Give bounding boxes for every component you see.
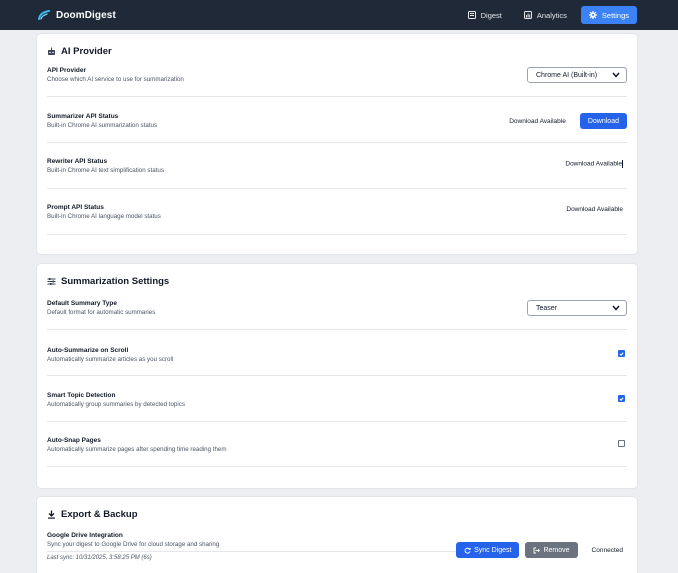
download-button[interactable]: Download	[579, 113, 627, 129]
sync-digest-label: Sync Digest	[474, 546, 512, 554]
brand-name: DoomDigest	[56, 9, 116, 21]
api-provider-value: Chrome AI (Built-in)	[536, 71, 598, 79]
row-desc: Automatically summarize articles as you …	[47, 356, 174, 363]
prompt-status: Download Available	[566, 206, 623, 213]
divider	[47, 551, 467, 552]
rewriter-status-row: Rewriter API Status Built-in Chrome AI t…	[47, 158, 627, 189]
logo-icon	[38, 10, 50, 20]
text-cursor	[622, 160, 623, 168]
row-desc: Automatically group summaries by detecte…	[47, 401, 185, 408]
row-desc: Choose which AI service to use for summa…	[47, 76, 184, 83]
row-label: Google Drive Integration	[47, 532, 123, 539]
row-desc: Built-in Chrome AI text simplification s…	[47, 167, 164, 174]
auto-summarize-checkbox[interactable]	[618, 350, 625, 357]
topic-detection-checkbox[interactable]	[618, 395, 625, 402]
nav-settings[interactable]: Settings	[580, 6, 637, 24]
nav-analytics-label: Analytics	[536, 10, 567, 20]
row-desc: Built-in Chrome AI summarization status	[47, 122, 158, 129]
drive-status: Connected	[591, 546, 623, 554]
download-icon	[48, 510, 55, 519]
summarization-title: Summarization Settings	[47, 276, 169, 287]
row-desc: Automatically summarize pages after spen…	[47, 446, 227, 453]
row-label: Auto-Summarize on Scroll	[47, 347, 129, 354]
sliders-icon	[47, 278, 56, 285]
nav-settings-label: Settings	[601, 10, 629, 20]
row-label: Summarizer API Status	[47, 113, 119, 120]
prompt-status-row: Prompt API Status Built-in Chrome AI lan…	[47, 204, 627, 235]
export-title-text: Export & Backup	[61, 509, 138, 520]
remove-button[interactable]: Remove	[525, 542, 578, 558]
check-icon	[619, 351, 624, 356]
chevron-down-icon	[612, 72, 620, 78]
ai-provider-title-text: AI Provider	[61, 46, 112, 57]
auto-summarize-row: Auto-Summarize on Scroll Automatically s…	[47, 347, 627, 376]
api-provider-row: API Provider Choose which AI service to …	[47, 67, 627, 97]
logout-icon	[534, 547, 541, 553]
summarizer-status: Download Available	[509, 117, 566, 125]
export-card: Export & Backup Google Drive Integration…	[37, 497, 637, 573]
row-label: Rewriter API Status	[47, 158, 108, 165]
last-sync-text: Last sync: 10/31/2025, 3:58:25 PM (6s)	[47, 555, 152, 561]
app-header: DoomDigest Digest Analytics Settings	[0, 0, 678, 30]
rewriter-status: Download Available	[565, 160, 623, 168]
auto-snap-checkbox[interactable]	[618, 440, 625, 447]
remove-label: Remove	[543, 546, 570, 554]
row-label: Auto-Snap Pages	[47, 437, 101, 444]
topic-detection-row: Smart Topic Detection Automatically grou…	[47, 392, 627, 422]
ai-provider-title: AI Provider	[47, 46, 112, 57]
nav-digest[interactable]: Digest	[460, 6, 510, 24]
chevron-down-icon	[612, 305, 620, 311]
row-label: Prompt API Status	[47, 204, 104, 211]
google-drive-row: Google Drive Integration Sync your diges…	[47, 532, 627, 573]
auto-snap-row: Auto-Snap Pages Automatically summarize …	[47, 437, 627, 467]
summary-type-select[interactable]: Teaser	[527, 300, 627, 316]
summarization-title-text: Summarization Settings	[61, 276, 170, 287]
logo[interactable]: DoomDigest	[38, 10, 116, 21]
row-desc: Built-in Chrome AI language model status	[47, 213, 161, 220]
digest-icon	[467, 11, 476, 19]
row-desc: Default format for automatic summaries	[47, 309, 156, 316]
row-desc: Sync your digest to Google Drive for clo…	[47, 541, 220, 548]
summary-type-row: Default Summary Type Default format for …	[47, 300, 627, 330]
row-label: Smart Topic Detection	[47, 392, 116, 399]
gear-icon	[588, 11, 597, 19]
summary-type-value: Teaser	[536, 304, 558, 312]
api-provider-select[interactable]: Chrome AI (Built-in)	[527, 67, 627, 83]
row-label: Default Summary Type	[47, 300, 117, 307]
sync-icon	[464, 547, 471, 554]
rewriter-status-text: Download Available	[565, 160, 622, 168]
robot-icon	[48, 47, 55, 55]
summarizer-status-row: Summarizer API Status Built-in Chrome AI…	[47, 113, 627, 143]
check-icon	[619, 396, 624, 401]
nav-analytics[interactable]: Analytics	[516, 6, 575, 24]
analytics-icon	[523, 11, 532, 19]
ai-provider-card: AI Provider API Provider Choose which AI…	[37, 34, 637, 254]
main-nav: Digest Analytics Settings	[460, 6, 637, 24]
row-label: API Provider	[47, 67, 87, 74]
summarization-card: Summarization Settings Default Summary T…	[37, 264, 637, 488]
sync-digest-button[interactable]: Sync Digest	[456, 542, 520, 558]
export-title: Export & Backup	[47, 509, 138, 520]
nav-digest-label: Digest	[480, 10, 502, 20]
